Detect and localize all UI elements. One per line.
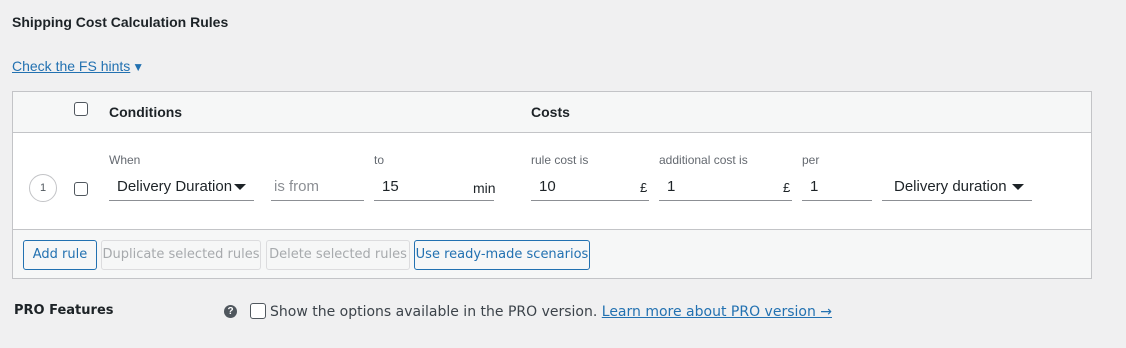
operator-field: is from <box>271 173 364 201</box>
rule-number-badge: 1 <box>29 174 57 202</box>
rules-table-footer: Add rule Duplicate selected rules Delete… <box>13 229 1091 278</box>
per-value-input[interactable]: 1 <box>802 173 872 201</box>
fs-hints-label: Check the FS hints <box>12 58 131 74</box>
rule-cost-label: rule cost is <box>531 153 589 167</box>
ready-made-scenarios-button[interactable]: Use ready-made scenarios <box>414 240 590 270</box>
pro-options-checkbox[interactable] <box>250 303 266 319</box>
additional-cost-input[interactable]: 1 <box>659 173 792 201</box>
pro-features-title: PRO Features <box>14 303 114 318</box>
rule-cost-currency: £ <box>640 180 648 195</box>
per-unit-select-value: Delivery duration <box>894 178 1007 195</box>
additional-cost-value: 1 <box>667 178 676 195</box>
to-label: to <box>374 153 385 167</box>
fs-hints-link[interactable]: Check the FS hints ▼ <box>12 58 144 74</box>
per-label: per <box>802 153 820 167</box>
additional-cost-currency: £ <box>783 180 791 195</box>
per-unit-select[interactable]: Delivery duration <box>882 173 1032 201</box>
additional-cost-label: additional cost is <box>659 153 748 167</box>
per-value: 1 <box>810 178 819 195</box>
costs-header: Costs <box>531 104 570 120</box>
chevron-down-icon <box>234 184 246 190</box>
condition-select[interactable]: Delivery Duration <box>109 173 254 201</box>
delete-selected-button[interactable]: Delete selected rules <box>266 240 410 270</box>
section-title: Shipping Cost Calculation Rules <box>12 14 229 30</box>
rules-table-header: Conditions Costs <box>13 92 1091 133</box>
rule-cost-input[interactable]: 10 <box>531 173 649 201</box>
rule-cost-value: 10 <box>539 178 556 195</box>
triangle-down-icon: ▼ <box>132 60 145 74</box>
unit-label: min <box>473 180 496 196</box>
pro-options-text: Show the options available in the PRO ve… <box>270 304 832 320</box>
conditions-header: Conditions <box>109 104 183 120</box>
when-label: When <box>109 153 141 167</box>
chevron-down-icon <box>1012 184 1024 190</box>
duplicate-selected-button[interactable]: Duplicate selected rules <box>101 240 261 270</box>
select-all-checkbox[interactable] <box>74 102 88 116</box>
rules-table: Conditions Costs 1 When Delivery Duratio… <box>12 91 1092 279</box>
help-icon[interactable]: ? <box>224 305 237 318</box>
condition-select-value: Delivery Duration <box>117 178 233 195</box>
learn-more-pro-link[interactable]: Learn more about PRO version → <box>602 304 832 320</box>
add-rule-button[interactable]: Add rule <box>23 240 97 270</box>
to-value: 15 <box>382 178 399 195</box>
pro-options-label: Show the options available in the PRO ve… <box>270 304 598 320</box>
rule-row-checkbox[interactable] <box>74 182 88 196</box>
